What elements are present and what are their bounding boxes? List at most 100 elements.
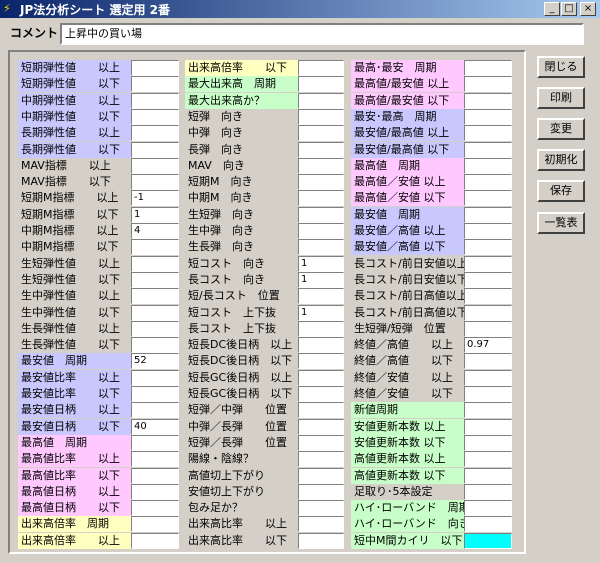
criteria-value-input[interactable] xyxy=(298,435,344,451)
criteria-value-input[interactable] xyxy=(131,158,179,174)
criteria-value-input[interactable]: 0.97 xyxy=(464,337,512,353)
criteria-value-input[interactable] xyxy=(464,272,512,288)
criteria-value-input[interactable] xyxy=(131,109,179,125)
criteria-value-input[interactable] xyxy=(298,142,344,158)
criteria-value-input[interactable]: 52 xyxy=(131,353,179,369)
criteria-value-input[interactable] xyxy=(298,288,344,304)
criteria-value-input[interactable] xyxy=(131,468,179,484)
criteria-value-input[interactable] xyxy=(464,419,512,435)
criteria-value-input[interactable] xyxy=(464,468,512,484)
criteria-value-input[interactable] xyxy=(464,256,512,272)
minimize-button[interactable]: _ xyxy=(544,2,560,16)
criteria-value-input[interactable] xyxy=(464,402,512,418)
criteria-value-input[interactable] xyxy=(131,435,179,451)
criteria-value-input[interactable] xyxy=(131,125,179,141)
criteria-value-input[interactable] xyxy=(131,272,179,288)
criteria-value-input[interactable] xyxy=(298,500,344,516)
criteria-value-input[interactable] xyxy=(464,370,512,386)
criteria-value-input[interactable] xyxy=(298,419,344,435)
criteria-value-input[interactable] xyxy=(298,125,344,141)
comment-input[interactable]: 上昇中の買い場 xyxy=(60,23,584,45)
criteria-value-input[interactable] xyxy=(131,174,179,190)
criteria-value-input[interactable] xyxy=(131,451,179,467)
criteria-value-input[interactable] xyxy=(464,109,512,125)
criteria-value-input[interactable] xyxy=(298,239,344,255)
criteria-value-input[interactable] xyxy=(131,337,179,353)
criteria-value-input[interactable] xyxy=(464,60,512,76)
criteria-value-input[interactable] xyxy=(298,402,344,418)
criteria-value-input[interactable] xyxy=(464,239,512,255)
criteria-value-input[interactable] xyxy=(298,516,344,532)
criteria-value-input[interactable] xyxy=(464,190,512,206)
criteria-value-input[interactable] xyxy=(298,207,344,223)
criteria-value-input[interactable] xyxy=(131,484,179,500)
criteria-value-input[interactable] xyxy=(131,500,179,516)
criteria-value-input[interactable] xyxy=(464,484,512,500)
criteria-value-input[interactable]: 1 xyxy=(298,272,344,288)
criteria-value-input[interactable] xyxy=(464,516,512,532)
criteria-value-input[interactable]: 1 xyxy=(298,305,344,321)
criteria-value-input[interactable] xyxy=(298,533,344,549)
criteria-value-input[interactable] xyxy=(464,533,512,549)
criteria-value-input[interactable] xyxy=(131,516,179,532)
save-button[interactable]: 保存 xyxy=(537,180,585,202)
criteria-value-input[interactable] xyxy=(464,435,512,451)
criteria-value-input[interactable] xyxy=(131,76,179,92)
criteria-value-input[interactable] xyxy=(131,305,179,321)
criteria-value-input[interactable] xyxy=(131,402,179,418)
criteria-value-input[interactable] xyxy=(464,174,512,190)
criteria-value-input[interactable] xyxy=(131,386,179,402)
criteria-value-input[interactable]: 1 xyxy=(298,256,344,272)
criteria-value-input[interactable] xyxy=(298,484,344,500)
criteria-value-input[interactable] xyxy=(131,239,179,255)
reset-button[interactable]: 初期化 xyxy=(537,149,585,171)
criteria-value-input[interactable] xyxy=(298,370,344,386)
criteria-value-input[interactable] xyxy=(131,370,179,386)
criteria-value-input[interactable] xyxy=(464,353,512,369)
list-button[interactable]: 一覧表 xyxy=(537,212,585,234)
criteria-value-input[interactable] xyxy=(464,223,512,239)
criteria-value-input[interactable] xyxy=(131,288,179,304)
criteria-value-input[interactable] xyxy=(298,190,344,206)
criteria-value-input[interactable] xyxy=(464,207,512,223)
criteria-value-input[interactable] xyxy=(131,142,179,158)
maximize-button[interactable]: □ xyxy=(561,2,577,16)
criteria-value-input[interactable] xyxy=(131,321,179,337)
criteria-value-input[interactable] xyxy=(464,288,512,304)
criteria-value-input[interactable] xyxy=(464,451,512,467)
edit-button[interactable]: 変更 xyxy=(537,118,585,140)
criteria-value-input[interactable] xyxy=(298,109,344,125)
criteria-value-input[interactable] xyxy=(298,468,344,484)
close-button[interactable]: × xyxy=(580,2,596,16)
criteria-value-input[interactable]: -1 xyxy=(131,190,179,206)
criteria-value-input[interactable] xyxy=(464,158,512,174)
print-button[interactable]: 印刷 xyxy=(537,87,585,109)
criteria-value-input[interactable] xyxy=(298,451,344,467)
criteria-value-input[interactable] xyxy=(131,93,179,109)
criteria-value-input[interactable] xyxy=(298,337,344,353)
criteria-value-input[interactable] xyxy=(464,386,512,402)
criteria-value-input[interactable]: 4 xyxy=(131,223,179,239)
criteria-value-input[interactable] xyxy=(298,76,344,92)
criteria-value-input[interactable] xyxy=(298,60,344,76)
criteria-value-input[interactable] xyxy=(298,321,344,337)
criteria-value-input[interactable] xyxy=(298,174,344,190)
criteria-value-input[interactable] xyxy=(464,321,512,337)
criteria-value-input[interactable] xyxy=(464,305,512,321)
criteria-value-input[interactable]: 1 xyxy=(131,207,179,223)
criteria-value-input[interactable]: 40 xyxy=(131,419,179,435)
criteria-value-input[interactable] xyxy=(298,386,344,402)
close-dialog-button[interactable]: 閉じる xyxy=(537,56,585,78)
criteria-value-input[interactable] xyxy=(298,93,344,109)
criteria-value-input[interactable] xyxy=(464,500,512,516)
criteria-value-input[interactable] xyxy=(131,256,179,272)
criteria-value-input[interactable] xyxy=(464,125,512,141)
criteria-value-input[interactable] xyxy=(131,533,179,549)
criteria-value-input[interactable] xyxy=(464,76,512,92)
criteria-value-input[interactable] xyxy=(131,60,179,76)
criteria-value-input[interactable] xyxy=(464,142,512,158)
criteria-value-input[interactable] xyxy=(298,223,344,239)
criteria-value-input[interactable] xyxy=(298,353,344,369)
criteria-value-input[interactable] xyxy=(464,93,512,109)
criteria-value-input[interactable] xyxy=(298,158,344,174)
